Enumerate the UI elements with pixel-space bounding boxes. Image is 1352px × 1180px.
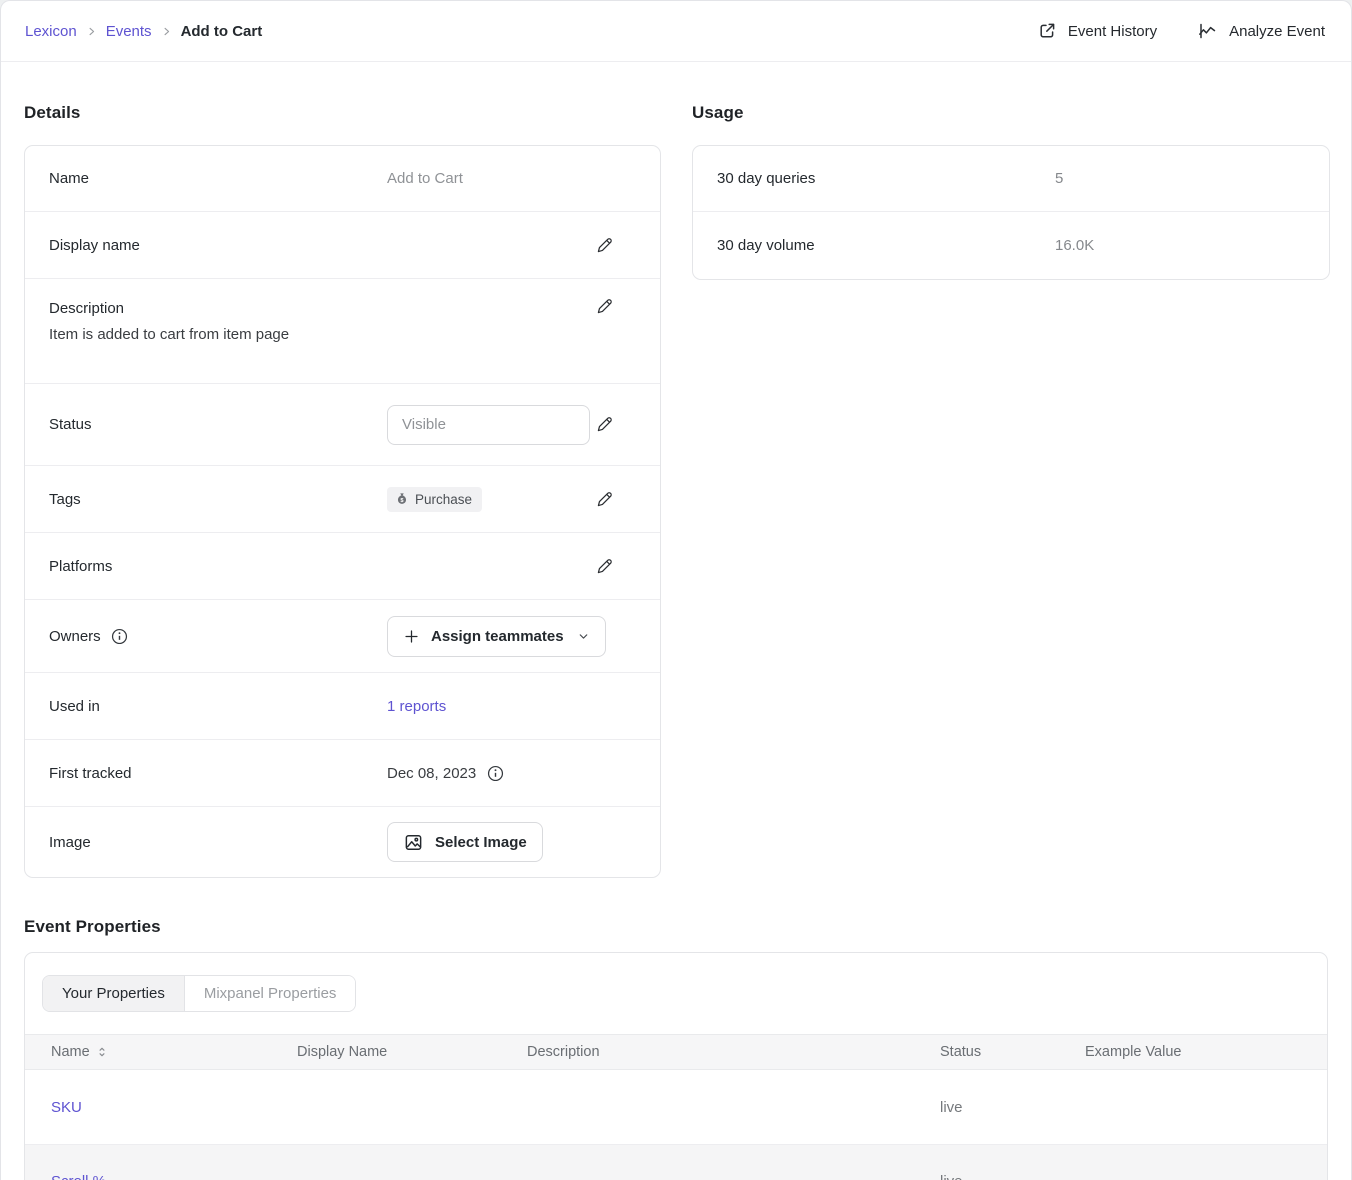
name-label: Name bbox=[49, 170, 387, 187]
top-bar: Lexicon Events Add to Cart Event Hist bbox=[1, 1, 1351, 62]
detail-row-display-name: Display name bbox=[25, 211, 660, 278]
event-history-label: Event History bbox=[1068, 23, 1157, 40]
event-properties-card: Your Properties Mixpanel Properties Name bbox=[24, 952, 1328, 1180]
volume-label: 30 day volume bbox=[717, 237, 1055, 254]
edit-display-name-button[interactable] bbox=[593, 234, 616, 257]
plus-icon bbox=[403, 628, 420, 645]
details-card: Name Add to Cart Display name bbox=[24, 145, 661, 878]
edit-status-button[interactable] bbox=[593, 413, 616, 436]
external-link-icon bbox=[1037, 21, 1057, 41]
chevron-right-icon bbox=[86, 26, 97, 37]
status-select[interactable]: Visible bbox=[387, 405, 590, 445]
top-actions: Event History Analyze Event bbox=[1037, 21, 1325, 41]
event-properties-title: Event Properties bbox=[24, 917, 1328, 937]
money-bag-icon: $ bbox=[395, 492, 409, 506]
detail-row-description: Description Item is added to cart from i… bbox=[25, 278, 660, 383]
pencil-icon bbox=[595, 557, 614, 576]
status-label: Status bbox=[49, 416, 387, 433]
property-link[interactable]: SKU bbox=[51, 1099, 297, 1116]
display-name-label: Display name bbox=[49, 237, 387, 254]
info-icon[interactable] bbox=[486, 764, 505, 783]
properties-tabs: Your Properties Mixpanel Properties bbox=[42, 975, 356, 1012]
edit-tags-button[interactable] bbox=[593, 488, 616, 511]
tab-your-properties[interactable]: Your Properties bbox=[43, 976, 184, 1011]
detail-row-owners: Owners bbox=[25, 599, 660, 672]
header-name[interactable]: Name bbox=[51, 1044, 90, 1060]
detail-row-name: Name Add to Cart bbox=[25, 146, 660, 211]
name-value: Add to Cart bbox=[387, 170, 463, 187]
first-tracked-label: First tracked bbox=[49, 765, 387, 782]
header-status: Status bbox=[940, 1044, 1085, 1060]
description-text: Item is added to cart from item page bbox=[49, 326, 636, 343]
used-in-label: Used in bbox=[49, 698, 387, 715]
select-image-label: Select Image bbox=[435, 834, 527, 851]
header-display-name: Display Name bbox=[297, 1044, 527, 1060]
usage-section: Usage 30 day queries 5 30 day volume 16.… bbox=[692, 62, 1330, 280]
queries-value: 5 bbox=[1055, 170, 1063, 187]
properties-table-header: Name Display Name Description Status bbox=[25, 1034, 1327, 1070]
lexicon-event-detail-page: Lexicon Events Add to Cart Event Hist bbox=[0, 0, 1352, 1180]
detail-row-first-tracked: First tracked Dec 08, 2023 bbox=[25, 739, 660, 806]
pencil-icon bbox=[595, 297, 614, 316]
breadcrumb-events[interactable]: Events bbox=[106, 23, 152, 40]
chevron-down-icon bbox=[577, 630, 590, 643]
event-properties-section: Event Properties Your Properties Mixpane… bbox=[24, 917, 1328, 1180]
owners-label-group: Owners bbox=[49, 627, 387, 646]
first-tracked-value: Dec 08, 2023 bbox=[387, 765, 476, 782]
details-section: Details Name Add to Cart Display name bbox=[24, 62, 661, 878]
tab-mixpanel-properties[interactable]: Mixpanel Properties bbox=[184, 976, 356, 1011]
detail-row-platforms: Platforms bbox=[25, 532, 660, 599]
edit-platforms-button[interactable] bbox=[593, 555, 616, 578]
tags-label: Tags bbox=[49, 491, 387, 508]
pencil-icon bbox=[595, 490, 614, 509]
usage-row-volume: 30 day volume 16.0K bbox=[693, 211, 1329, 279]
header-description: Description bbox=[527, 1044, 940, 1060]
table-row[interactable]: Scroll % live bbox=[25, 1144, 1327, 1180]
usage-row-queries: 30 day queries 5 bbox=[693, 146, 1329, 211]
assign-teammates-label: Assign teammates bbox=[431, 628, 564, 645]
header-example-value: Example Value bbox=[1085, 1044, 1327, 1060]
line-chart-icon bbox=[1197, 21, 1218, 41]
details-title: Details bbox=[24, 103, 661, 123]
event-history-button[interactable]: Event History bbox=[1037, 21, 1157, 41]
property-status: live bbox=[940, 1173, 1085, 1180]
pencil-icon bbox=[595, 236, 614, 255]
detail-row-image: Image Select Image bbox=[25, 806, 660, 877]
info-icon[interactable] bbox=[110, 627, 129, 646]
breadcrumb-current-event: Add to Cart bbox=[181, 23, 263, 40]
select-image-button[interactable]: Select Image bbox=[387, 822, 543, 862]
description-label: Description bbox=[49, 300, 387, 317]
detail-row-tags: Tags $ Purchase bbox=[25, 465, 660, 532]
table-row[interactable]: SKU live bbox=[25, 1070, 1327, 1144]
pencil-icon bbox=[595, 415, 614, 434]
usage-card: 30 day queries 5 30 day volume 16.0K bbox=[692, 145, 1330, 280]
usage-title: Usage bbox=[692, 103, 1330, 123]
detail-row-used-in: Used in 1 reports bbox=[25, 672, 660, 739]
edit-description-button[interactable] bbox=[593, 295, 616, 318]
assign-teammates-button[interactable]: Assign teammates bbox=[387, 616, 606, 657]
platforms-label: Platforms bbox=[49, 558, 387, 575]
breadcrumb-lexicon[interactable]: Lexicon bbox=[25, 23, 77, 40]
used-in-reports-link[interactable]: 1 reports bbox=[387, 698, 446, 715]
queries-label: 30 day queries bbox=[717, 170, 1055, 187]
tag-label: Purchase bbox=[415, 492, 472, 507]
analyze-event-button[interactable]: Analyze Event bbox=[1197, 21, 1325, 41]
image-label: Image bbox=[49, 834, 387, 851]
volume-value: 16.0K bbox=[1055, 237, 1094, 254]
sort-icon[interactable] bbox=[96, 1045, 108, 1059]
breadcrumb: Lexicon Events Add to Cart bbox=[25, 23, 262, 40]
chevron-right-icon bbox=[161, 26, 172, 37]
property-link[interactable]: Scroll % bbox=[51, 1173, 297, 1180]
status-value: Visible bbox=[402, 416, 446, 433]
analyze-event-label: Analyze Event bbox=[1229, 23, 1325, 40]
owners-label: Owners bbox=[49, 628, 101, 645]
property-status: live bbox=[940, 1099, 1085, 1116]
tag-chip-purchase[interactable]: $ Purchase bbox=[387, 487, 482, 512]
detail-row-status: Status Visible bbox=[25, 383, 660, 465]
image-icon bbox=[403, 832, 424, 853]
properties-table: Name Display Name Description Status bbox=[25, 1034, 1327, 1180]
main-content: Details Name Add to Cart Display name bbox=[1, 62, 1351, 1180]
